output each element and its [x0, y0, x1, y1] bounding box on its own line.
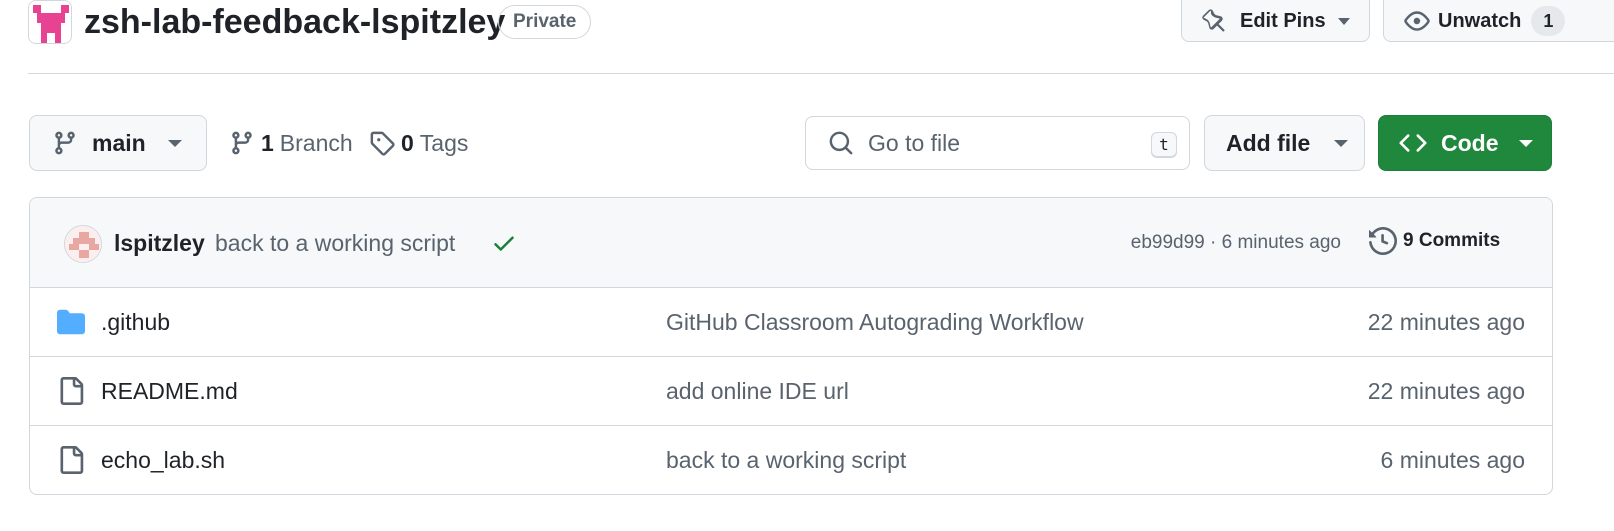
- code-icon: [1399, 134, 1427, 152]
- chevron-down-icon: [167, 139, 182, 147]
- repo-name[interactable]: zsh-lab-feedback-lspitzley: [84, 2, 505, 42]
- file-commit-message[interactable]: back to a working script: [666, 447, 906, 474]
- file-row[interactable]: .github GitHub Classroom Autograding Wor…: [30, 288, 1552, 357]
- file-age: 22 minutes ago: [1367, 378, 1525, 404]
- git-branch-icon: [55, 131, 75, 155]
- current-branch-label: main: [92, 129, 146, 156]
- search-icon: [829, 131, 853, 155]
- repo-owner-avatar[interactable]: [28, 0, 72, 44]
- latest-commit-bar: lspitzley back to a working script eb99d…: [30, 198, 1552, 288]
- identicon-icon: [29, 1, 71, 43]
- add-file-label: Add file: [1226, 129, 1311, 156]
- edit-pins-button[interactable]: Edit Pins: [1181, 0, 1370, 42]
- keyboard-shortcut-hint: t: [1151, 132, 1177, 158]
- file-browser: lspitzley back to a working script eb99d…: [29, 197, 1553, 495]
- chevron-down-icon: [1337, 17, 1350, 25]
- file-name[interactable]: .github: [101, 309, 170, 336]
- file-age: 6 minutes ago: [1380, 447, 1525, 473]
- watch-counter: 1: [1531, 6, 1566, 36]
- tags-label: Tags: [419, 129, 469, 156]
- branches-label: Branch: [279, 129, 353, 156]
- file-name[interactable]: echo_lab.sh: [101, 447, 225, 474]
- author-avatar[interactable]: [64, 225, 102, 263]
- commit-author[interactable]: lspitzley: [114, 230, 205, 257]
- check-icon[interactable]: [491, 230, 517, 256]
- commit-message[interactable]: back to a working script: [215, 230, 455, 257]
- edit-pins-label: Edit Pins: [1240, 9, 1326, 32]
- commit-hash-and-time[interactable]: eb99d99 · 6 minutes ago: [1131, 232, 1341, 254]
- commits-history-link[interactable]: 9 Commits: [1369, 227, 1500, 255]
- git-branch-icon: [232, 131, 252, 155]
- history-icon: [1369, 227, 1397, 255]
- pin-icon: [1202, 9, 1225, 32]
- eye-icon: [1404, 11, 1430, 31]
- file-commit-message[interactable]: add online IDE url: [666, 378, 849, 405]
- chevron-down-icon: [1518, 139, 1533, 147]
- branches-count: 1: [261, 129, 274, 156]
- file-age: 22 minutes ago: [1367, 309, 1525, 335]
- chevron-down-icon: [1334, 139, 1349, 147]
- identicon-icon: [65, 226, 101, 262]
- file-icon: [60, 446, 84, 474]
- go-to-file-input[interactable]: [868, 129, 1128, 157]
- file-row[interactable]: README.md add online IDE url 22 minutes …: [30, 357, 1552, 426]
- file-icon: [60, 377, 84, 405]
- tag-icon: [370, 131, 395, 156]
- branch-selector-button[interactable]: main: [29, 115, 207, 171]
- commits-count-label: 9 Commits: [1403, 230, 1501, 251]
- file-row[interactable]: echo_lab.sh back to a working script 6 m…: [30, 426, 1552, 494]
- visibility-badge: Private: [498, 5, 592, 39]
- unwatch-button[interactable]: Unwatch 1: [1383, 0, 1614, 42]
- go-to-file-search[interactable]: t: [805, 116, 1190, 170]
- file-name[interactable]: README.md: [101, 378, 238, 405]
- folder-icon: [57, 309, 85, 335]
- tags-count: 0: [401, 129, 414, 156]
- file-commit-message[interactable]: GitHub Classroom Autograding Workflow: [666, 309, 1084, 336]
- header-divider: [28, 73, 1614, 74]
- branches-link[interactable]: 1 Branch: [229, 115, 353, 171]
- tags-link[interactable]: 0 Tags: [369, 115, 468, 171]
- add-file-button[interactable]: Add file: [1204, 115, 1365, 171]
- unwatch-label: Unwatch: [1438, 9, 1522, 32]
- code-button[interactable]: Code: [1378, 115, 1552, 171]
- code-label: Code: [1441, 129, 1499, 156]
